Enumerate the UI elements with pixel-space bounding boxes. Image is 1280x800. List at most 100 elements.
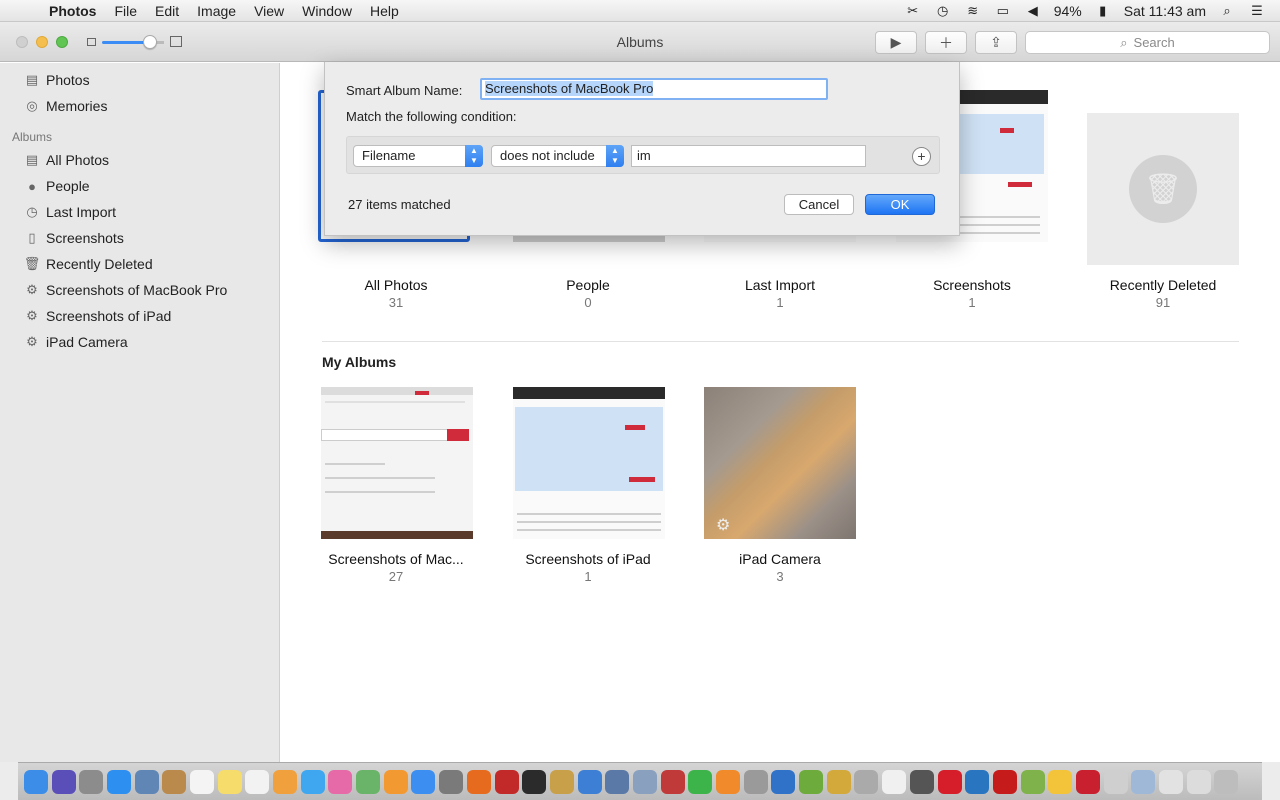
dock-opera-icon[interactable] [936, 767, 964, 797]
album-thumb-ipad-camera[interactable]: ⚙ [704, 387, 856, 539]
dock-android-icon[interactable] [797, 767, 825, 797]
sidebar-item-last-import[interactable]: ◷ Last Import [24, 201, 116, 223]
dock-launchpad-icon[interactable] [77, 767, 105, 797]
volume-icon[interactable]: ◀ [1024, 3, 1042, 18]
fullscreen-button[interactable] [56, 36, 68, 48]
dock-app-6-icon[interactable] [770, 767, 798, 797]
dock-app-store-icon[interactable] [410, 767, 438, 797]
album-thumb-screenshots-of-macbook[interactable] [321, 387, 473, 539]
album-label-people[interactable]: People [493, 277, 683, 293]
dock-reminders-icon[interactable] [244, 767, 272, 797]
dock-app-1-icon[interactable] [603, 767, 631, 797]
dock-contacts-icon[interactable] [160, 767, 188, 797]
sidebar-item-recently-deleted[interactable]: 🗑 Recently Deleted [24, 253, 153, 275]
dock-facetime-icon[interactable] [687, 767, 715, 797]
dock-script-editor-icon[interactable] [548, 767, 576, 797]
smart-album-name-input[interactable]: Screenshots of MacBook Pro [480, 78, 828, 100]
rule-value-input[interactable]: im [631, 145, 866, 167]
zoom-slider-knob[interactable] [143, 35, 157, 49]
share-button[interactable]: ⇪ [975, 31, 1017, 54]
dock-acrobat-icon[interactable] [991, 767, 1019, 797]
menu-view[interactable]: View [245, 3, 293, 19]
dock-textedit-icon[interactable] [880, 767, 908, 797]
zoom-out-icon[interactable] [87, 38, 96, 46]
ok-button[interactable]: OK [865, 194, 935, 215]
dock-chrome-icon[interactable] [1046, 767, 1074, 797]
sidebar-item-people[interactable]: ● People [24, 175, 90, 197]
sidebar-item-memories[interactable]: ◎ Memories [24, 95, 107, 117]
sidebar-item-all-photos[interactable]: ▤ All Photos [24, 149, 109, 171]
dock-firefox-icon[interactable] [465, 767, 493, 797]
sidebar-item-ipad-camera[interactable]: ⚙ iPad Camera [24, 331, 128, 353]
dock-app-13-icon[interactable] [1130, 767, 1158, 797]
dock-filezilla-icon[interactable] [493, 767, 521, 797]
rule-field-select[interactable]: Filename ▲ ▼ [353, 145, 483, 167]
dock-app-10-icon[interactable] [1019, 767, 1047, 797]
dock-system-preferences-icon[interactable] [437, 767, 465, 797]
dock-safari-icon[interactable] [105, 767, 133, 797]
menu-image[interactable]: Image [188, 3, 245, 19]
notification-center-icon[interactable]: ☰ [1248, 3, 1266, 18]
dock-app-2-icon[interactable] [631, 767, 659, 797]
dock-siri-icon[interactable] [50, 767, 78, 797]
dock-terminal-icon[interactable] [520, 767, 548, 797]
wifi-icon[interactable]: ≋ [964, 3, 982, 18]
dock-app-9-icon[interactable] [908, 767, 936, 797]
album-label-screenshots-of-ipad[interactable]: Screenshots of iPad [493, 551, 683, 567]
sidebar-item-screenshots-of-macbook-pro[interactable]: ⚙ Screenshots of MacBook Pro [24, 279, 227, 301]
album-label-ipad-camera[interactable]: iPad Camera [685, 551, 875, 567]
script-menu-icon[interactable]: ✂ [904, 3, 922, 18]
cancel-button[interactable]: Cancel [784, 194, 854, 215]
menu-edit[interactable]: Edit [146, 3, 188, 19]
dock-app-4-icon[interactable] [714, 767, 742, 797]
slideshow-button[interactable]: ▶ [875, 31, 917, 54]
album-label-recently-deleted[interactable]: Recently Deleted [1068, 277, 1258, 293]
album-label-last-import[interactable]: Last Import [685, 277, 875, 293]
dock-calendar-icon[interactable] [188, 767, 216, 797]
search-input[interactable]: ⌕ Search [1025, 31, 1270, 54]
menu-file[interactable]: File [105, 3, 146, 19]
zoom-in-icon[interactable] [170, 36, 182, 47]
album-label-screenshots-of-macbook[interactable]: Screenshots of Mac... [301, 551, 491, 567]
airplay-icon[interactable]: ▭ [994, 3, 1012, 18]
battery-icon[interactable]: ▮ [1094, 3, 1112, 18]
album-label-all-photos[interactable]: All Photos [301, 277, 491, 293]
sidebar-item-screenshots-of-ipad[interactable]: ⚙ Screenshots of iPad [24, 305, 171, 327]
spotlight-icon[interactable]: ⌕ [1218, 3, 1236, 18]
dock-ibooks-icon[interactable] [382, 767, 410, 797]
album-thumb-screenshots-of-ipad[interactable] [513, 387, 665, 539]
dock-trash-icon[interactable] [1213, 767, 1241, 797]
rule-operator-select[interactable]: does not include ▲ ▼ [491, 145, 624, 167]
dock-messages-icon[interactable] [299, 767, 327, 797]
minimize-button[interactable] [36, 36, 48, 48]
album-thumb-recently-deleted[interactable]: 🗑 [1087, 113, 1239, 265]
dock-maps-icon[interactable] [354, 767, 382, 797]
dock-app-3-icon[interactable] [659, 767, 687, 797]
dock-app-5-icon[interactable] [742, 767, 770, 797]
time-machine-icon[interactable]: ◷ [934, 3, 952, 18]
dock-notes-icon[interactable] [216, 767, 244, 797]
menu-help[interactable]: Help [361, 3, 408, 19]
dock-app-12-icon[interactable] [1102, 767, 1130, 797]
close-button[interactable] [16, 36, 28, 48]
dock-app-15-icon[interactable] [1185, 767, 1213, 797]
album-label-screenshots[interactable]: Screenshots [877, 277, 1067, 293]
dock-app-14-icon[interactable] [1157, 767, 1185, 797]
dock-vscode-icon[interactable] [963, 767, 991, 797]
sidebar-item-screenshots[interactable]: ▯ Screenshots [24, 227, 123, 249]
dock-itunes-icon[interactable] [327, 767, 355, 797]
sidebar-item-photos[interactable]: ▤ Photos [24, 69, 90, 91]
dock-app-11-icon[interactable] [1074, 767, 1102, 797]
dock-finder-icon[interactable] [22, 767, 50, 797]
add-condition-button[interactable]: + [912, 147, 931, 166]
dock-xcode-icon[interactable] [576, 767, 604, 797]
dock-app-7-icon[interactable] [825, 767, 853, 797]
menu-window[interactable]: Window [293, 3, 361, 19]
add-button[interactable]: ＋ [925, 31, 967, 54]
dock-preview-icon[interactable] [133, 767, 161, 797]
dock-photos-icon[interactable] [271, 767, 299, 797]
menubar-clock[interactable]: Sat 11:43 am [1124, 3, 1206, 19]
menu-app-photos[interactable]: Photos [40, 3, 105, 19]
battery-percent[interactable]: 94% [1054, 3, 1082, 19]
dock-app-8-icon[interactable] [853, 767, 881, 797]
